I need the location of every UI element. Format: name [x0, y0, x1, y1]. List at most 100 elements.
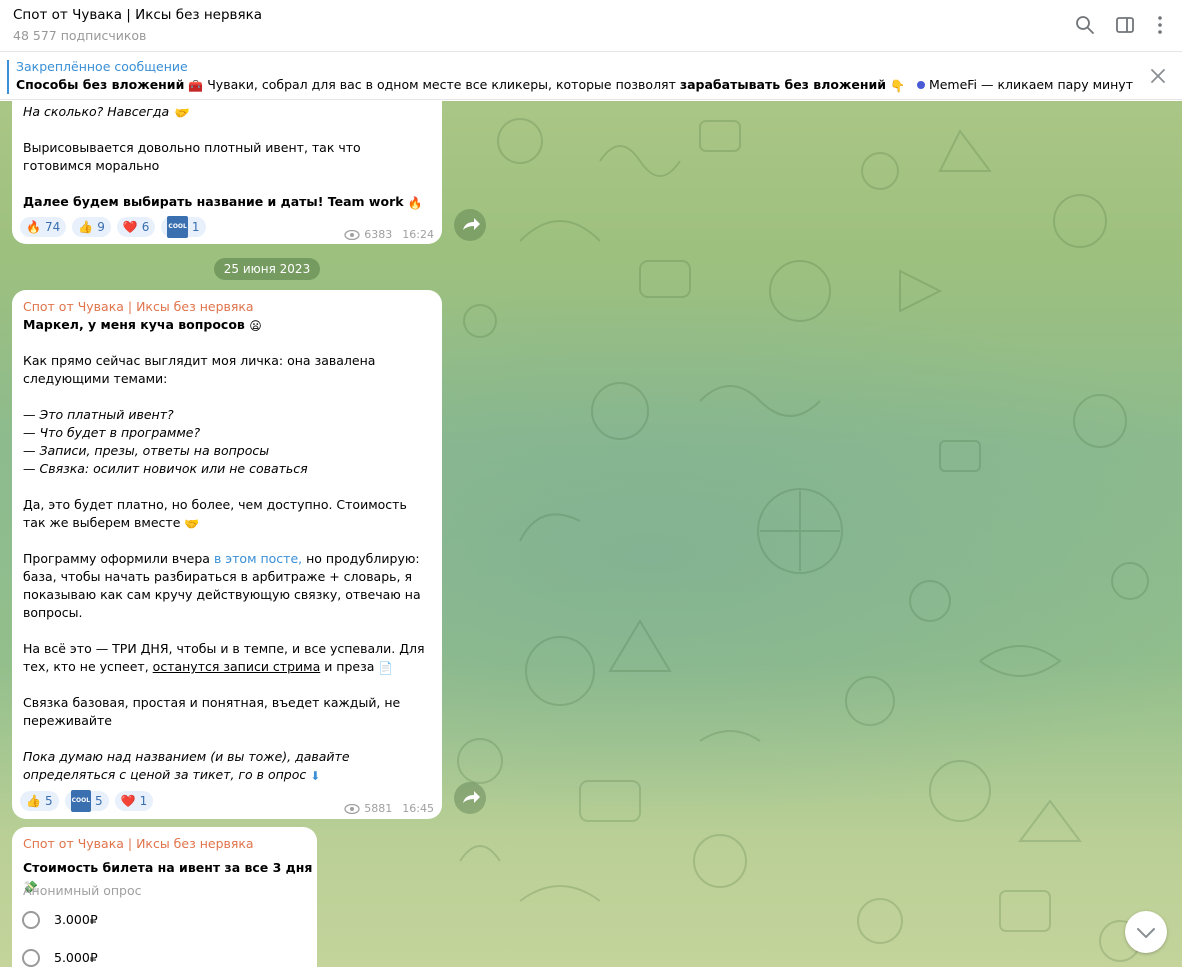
poll-message-bubble[interactable]: Спот от Чувака | Иксы без нервяка Стоимо… — [12, 827, 317, 967]
handshake-emoji: 🤝 — [173, 106, 189, 120]
page-emoji: 📄 — [378, 661, 394, 675]
chevron-down-icon — [1137, 928, 1155, 938]
message-line: На сколько? Навсегда 🤝 — [23, 103, 188, 122]
list-item: Это платный ивент? — [39, 407, 174, 422]
pinned-body: Чуваки, собрал для вас в одном месте все… — [203, 77, 680, 92]
poll-option[interactable]: 3.000₽ — [22, 911, 98, 929]
forward-button[interactable] — [454, 782, 486, 814]
list-item: Связка: осилит новичок или не соваться — [39, 461, 308, 476]
message-paragraph: Пока думаю над названием (и вы тоже), да… — [23, 748, 428, 785]
reaction-count: 5 — [44, 794, 53, 808]
message-paragraph: Вырисовывается довольно плотный ивент, т… — [23, 140, 361, 173]
heart-icon: ❤️ — [122, 220, 138, 234]
view-count: 6383 — [364, 228, 393, 241]
reaction-cool[interactable]: COOL 5 — [64, 790, 109, 812]
text-span: Программу оформили вчера — [23, 551, 214, 566]
text-span: Маркел, у меня куча вопросов — [23, 317, 245, 332]
chat-header[interactable]: Спот от Чувака | Иксы без нервяка 48 577… — [0, 0, 1182, 52]
cool-icon: COOL — [70, 790, 92, 812]
bullet-dot-icon — [916, 81, 925, 89]
chat-area[interactable]: На сколько? Навсегда 🤝 Вырисовывается до… — [0, 101, 1182, 967]
list-dash: — — [23, 425, 40, 440]
reaction-count: 9 — [97, 220, 105, 234]
reaction-thumbs-up[interactable]: 👍 5 — [20, 791, 59, 811]
handshake-emoji: 🤝 — [184, 517, 200, 531]
more-menu-icon[interactable] — [1149, 14, 1171, 36]
reaction-cool[interactable]: COOL 1 — [161, 216, 206, 238]
message-author[interactable]: Спот от Чувака | Иксы без нервяка — [23, 298, 254, 316]
arrow-down-emoji: ⬇ — [310, 769, 321, 783]
reactions-row: 🔥 74 👍 9 ❤️ 6 COOL 1 — [20, 216, 206, 238]
message-author[interactable]: Спот от Чувака | Иксы без нервяка — [23, 835, 254, 853]
poll-option[interactable]: 5.000₽ — [22, 949, 98, 967]
fire-emoji: 🔥 — [407, 196, 423, 210]
sidebar-toggle-icon[interactable] — [1114, 14, 1136, 36]
message-paragraph: На всё это — ТРИ ДНЯ, чтобы и в темпе, и… — [23, 640, 428, 677]
pinned-message-bar[interactable]: Закреплённое сообщение Способы без вложе… — [0, 52, 1182, 100]
reaction-count: 1 — [191, 220, 200, 234]
view-count: 5881 — [364, 802, 393, 815]
list-dash: — — [23, 443, 40, 458]
views-eye-icon — [344, 804, 360, 814]
reaction-fire[interactable]: 🔥 74 — [20, 217, 67, 237]
list-item: Что будет в программе? — [39, 425, 201, 440]
close-pinned-icon[interactable] — [1150, 68, 1166, 84]
reaction-count: 74 — [44, 220, 61, 234]
message-bubble[interactable]: На сколько? Навсегда 🤝 Вырисовывается до… — [12, 101, 442, 244]
scroll-to-bottom-button[interactable] — [1125, 911, 1167, 953]
pinned-bold-title: Способы без вложений — [16, 77, 185, 92]
message-heading: Маркел, у меня куча вопросов 😦 — [23, 316, 262, 335]
text-span: и преза — [320, 659, 375, 674]
poll-option-label: 5.000₽ — [54, 950, 98, 965]
pinned-bold-phrase: зарабатывать без вложений — [679, 77, 887, 92]
text-span: Пока думаю над названием (и вы тоже), да… — [23, 749, 350, 782]
pinned-accent-bar — [7, 60, 9, 94]
forward-arrow-icon — [463, 218, 480, 230]
text-span: Да, это будет платно, но более, чем дост… — [23, 497, 407, 530]
message-bold-line: Далее будем выбирать название и даты! Te… — [23, 193, 423, 212]
forward-button[interactable] — [454, 209, 486, 241]
views-eye-icon — [344, 230, 360, 240]
poll-option-label: 3.000₽ — [54, 912, 98, 927]
channel-title[interactable]: Спот от Чувака | Иксы без нервяка — [13, 7, 262, 23]
message-time: 16:45 — [402, 802, 434, 815]
list-dash: — — [23, 461, 40, 476]
text-span: Стоимость билета на ивент за все 3 дня — [23, 860, 313, 875]
forward-arrow-icon — [463, 791, 480, 803]
pinned-text[interactable]: Способы без вложений 🧰 Чуваки, собрал дл… — [16, 77, 1136, 93]
reaction-thumbs-up[interactable]: 👍 9 — [72, 217, 111, 237]
text-span: На сколько? Навсегда — [23, 104, 170, 119]
poll-type: Анонимный опрос — [23, 883, 142, 898]
message-meta: 6383 16:24 — [344, 226, 434, 244]
radio-button[interactable] — [22, 911, 40, 929]
pinned-label: Закреплённое сообщение — [16, 59, 188, 74]
message-paragraph: Да, это будет платно, но более, чем дост… — [23, 496, 428, 533]
thumbs-up-icon: 👍 — [78, 220, 94, 234]
message-bubble[interactable]: Спот от Чувака | Иксы без нервяка Маркел… — [12, 290, 442, 819]
message-paragraph: Как прямо сейчас выглядит моя личка: она… — [23, 353, 376, 386]
point-down-emoji: 👇 — [890, 79, 905, 93]
toolbox-emoji: 🧰 — [188, 79, 204, 93]
message-time: 16:24 — [402, 228, 434, 241]
text-span: Далее будем выбирать название и даты! Te… — [23, 194, 404, 209]
cool-icon: COOL — [167, 216, 188, 238]
radio-button[interactable] — [22, 949, 40, 967]
underlined-text: останутся записи стрима — [152, 659, 321, 674]
pinned-tail: MemeFi — кликаем пару минут в день... — [928, 77, 1136, 92]
message-paragraph: Программу оформили вчера в этом посте, н… — [23, 550, 423, 622]
subscriber-count: 48 577 подписчиков — [13, 28, 147, 43]
reaction-count: 6 — [141, 220, 150, 234]
fire-icon: 🔥 — [26, 220, 41, 234]
message-meta: 5881 16:45 — [344, 800, 434, 818]
reaction-heart[interactable]: ❤️ 6 — [116, 217, 156, 237]
post-link[interactable]: в этом посте, — [214, 551, 302, 566]
heart-icon: ❤️ — [120, 794, 136, 808]
reaction-heart[interactable]: ❤️ 1 — [114, 791, 154, 811]
question-list: — Это платный ивент? — Что будет в прогр… — [23, 406, 423, 478]
date-separator[interactable]: 25 июня 2023 — [214, 258, 320, 280]
reaction-count: 5 — [95, 794, 103, 808]
reactions-row: 👍 5 COOL 5 ❤️ 1 — [20, 790, 154, 812]
search-icon[interactable] — [1074, 14, 1096, 36]
worried-face-emoji: 😦 — [249, 319, 262, 333]
message-paragraph: Связка базовая, простая и понятная, въед… — [23, 695, 401, 728]
